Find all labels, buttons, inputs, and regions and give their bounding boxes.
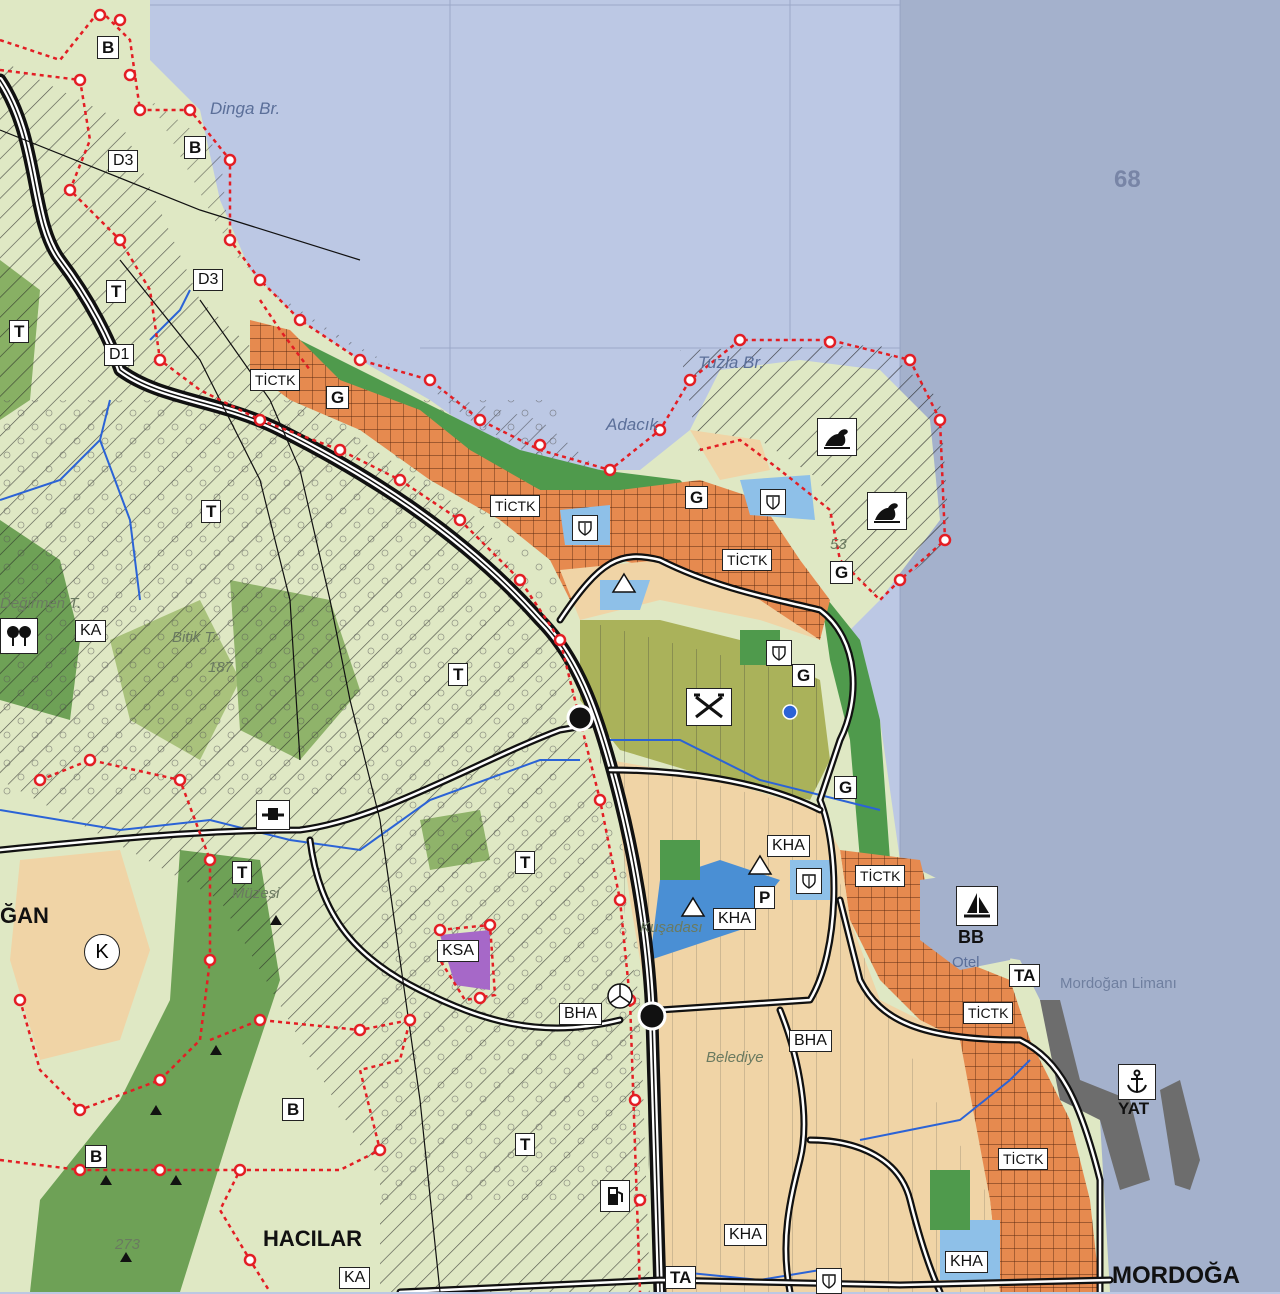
shield-icon (796, 868, 822, 894)
roundabout-icon (607, 983, 633, 1009)
zone-code-kha: KHA (945, 1251, 988, 1273)
marina-code-bb: BB (958, 927, 984, 947)
zone-code-d3: D3 (193, 269, 224, 291)
zone-code-g: G (834, 776, 858, 799)
pump-icon (256, 800, 290, 830)
bay-name-dinga: Dinga Br. (210, 99, 281, 118)
shield-icon (760, 489, 786, 515)
place-name-hacilar: HACILAR (263, 1226, 362, 1251)
zone-code-k: K (84, 934, 120, 970)
water-point (782, 704, 798, 720)
tree-icon (0, 618, 38, 654)
zone-code-bha: BHA (789, 1030, 832, 1052)
zone-code-ticktk: TİCTK (963, 1002, 1014, 1024)
anchor-icon (1118, 1064, 1156, 1100)
faint-label-kusadasi: Kuşadası (640, 919, 703, 936)
zone-code-b: B (282, 1098, 305, 1121)
zone-code-ticktk: TİCTK (855, 865, 906, 887)
zone-code-ticktk: TİCTK (250, 369, 301, 391)
shield-icon (572, 515, 598, 541)
sailboat-icon (956, 886, 998, 926)
shield-icon (766, 640, 792, 666)
zone-code-d3: D3 (108, 150, 139, 172)
zone-code-ticktk: TİCTK (998, 1148, 1049, 1170)
zone-code-t: T (448, 663, 469, 686)
faint-label-degirmen: Değirmen T. (0, 595, 82, 612)
faint-label-muzesi: Müzesi (232, 885, 280, 902)
zone-code-b: B (85, 1145, 108, 1168)
green-square (930, 1170, 970, 1230)
bay-name-tuzla: Tuzla Br. (698, 353, 765, 372)
zone-code-g: G (830, 561, 854, 584)
zone-code-b: B (184, 136, 207, 159)
zone-code-t: T (9, 320, 30, 343)
faint-label-belediye: Belediye (706, 1049, 764, 1066)
place-name-west-edge: ĞAN (0, 903, 49, 928)
elevation-label: 53 (830, 536, 847, 553)
hotel-label: Otel (952, 954, 980, 971)
parking-code: P (754, 886, 776, 909)
zone-code-kha: KHA (724, 1224, 767, 1246)
zone-code-t: T (232, 861, 253, 884)
zone-code-t: T (201, 500, 222, 523)
yacht-code: YAT (1118, 1099, 1150, 1118)
elevation-label: 273 (115, 1236, 141, 1253)
zone-code-b: B (97, 36, 120, 59)
zone-code-ta: TA (665, 1266, 697, 1289)
seal-icon (817, 418, 857, 456)
zone-code-g: G (326, 386, 350, 409)
zone-code-t: T (106, 280, 127, 303)
junction-node (566, 704, 594, 732)
zone-code-kha: KHA (713, 908, 756, 930)
shield-icon (816, 1268, 842, 1294)
zone-code-g: G (685, 486, 709, 509)
zone-code-ksa: KSA (437, 940, 480, 962)
camp-icon (678, 894, 708, 920)
zone-code-t: T (515, 851, 536, 874)
islet-name-adacik: Adacık (606, 415, 658, 434)
fuel-icon (600, 1180, 630, 1212)
green-square (660, 840, 700, 880)
faint-label-bitik: Bitik T. (172, 629, 217, 646)
zone-code-ticktk: TİCTK (722, 549, 773, 571)
zone-code-ta: TA (1009, 964, 1041, 987)
zone-code-g: G (792, 664, 816, 687)
harbour-name: Mordoğan Limanı (1060, 975, 1177, 992)
camp-icon (745, 852, 775, 878)
zone-code-t: T (515, 1133, 536, 1156)
crossed-rifles-icon (686, 688, 732, 726)
zone-code-ka: KA (339, 1267, 371, 1289)
seal-icon (867, 492, 907, 530)
zone-code-ka: KA (75, 620, 107, 642)
elevation-label: 187 (208, 659, 234, 676)
zone-code-d1: D1 (104, 344, 135, 366)
grid-number: 68 (1114, 166, 1141, 193)
dotted-area (380, 800, 640, 1200)
land-use-plan-map (0, 0, 1280, 1292)
camp-icon (609, 570, 639, 596)
junction-node (637, 1001, 667, 1031)
place-name-mordogan: MORDOĞA (1112, 1262, 1240, 1289)
zone-code-ticktk: TİCTK (490, 495, 541, 517)
zone-code-bha: BHA (559, 1003, 602, 1025)
